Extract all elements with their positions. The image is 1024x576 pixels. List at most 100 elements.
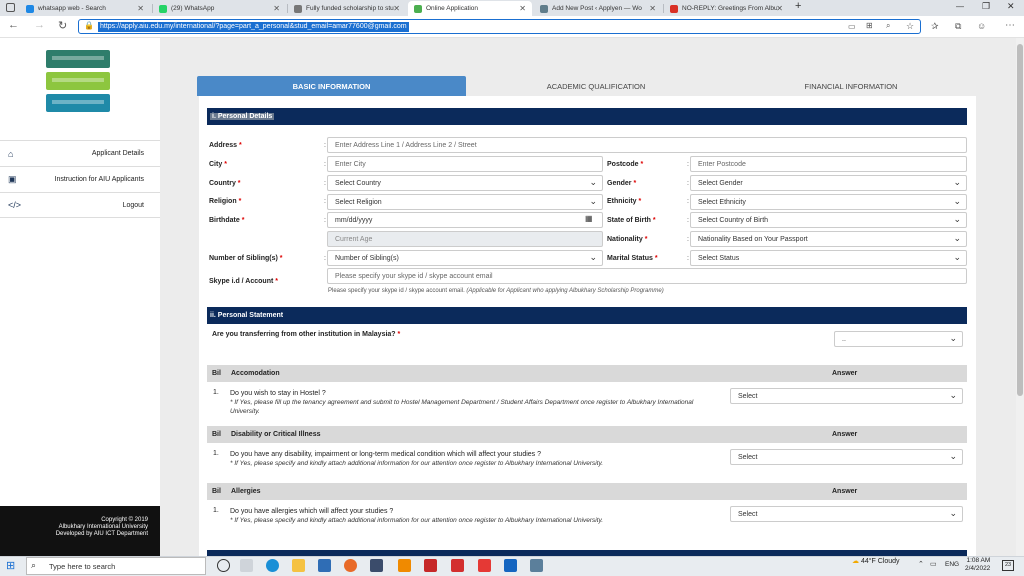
tray-chevron-icon[interactable]: ⌃ bbox=[918, 560, 924, 568]
group-title: Accomodation bbox=[231, 370, 280, 377]
favorites-bar-icon[interactable]: ✰ bbox=[931, 21, 939, 32]
birthdate-input[interactable]: mm/dd/yyyy bbox=[327, 212, 603, 228]
close-icon[interactable]: ✕ bbox=[649, 4, 656, 13]
forward-icon[interactable]: → bbox=[34, 19, 45, 31]
search-icon: ⌕ bbox=[31, 560, 37, 570]
browser-tab[interactable]: Add New Post ‹ Applyen — Wo ✕ bbox=[534, 1, 662, 16]
media-icon[interactable] bbox=[504, 559, 517, 572]
close-icon[interactable]: ✕ bbox=[776, 4, 783, 13]
sidebar-item-instructions[interactable]: ▣ Instruction for AIU Applicants bbox=[0, 166, 160, 192]
group-title: Disability or Critical Illness bbox=[231, 431, 321, 438]
table-header-accomodation: Bil Accomodation Answer bbox=[207, 365, 967, 382]
city-label: City * bbox=[209, 161, 227, 168]
tab-actions-icon[interactable] bbox=[6, 3, 15, 12]
row-number: 1. bbox=[213, 450, 219, 457]
reader-icon[interactable]: ▭ bbox=[848, 22, 856, 31]
siblings-select[interactable]: Number of Sibling(s) bbox=[327, 250, 603, 266]
window-close-icon[interactable]: ✕ bbox=[1007, 1, 1015, 12]
section-personal-statement: ii. Personal Statement bbox=[207, 307, 967, 324]
language-indicator[interactable]: ENG bbox=[945, 561, 959, 568]
marital-status-select[interactable]: Select Status bbox=[690, 250, 967, 266]
footer-copyright: Copyright © 2019 bbox=[101, 517, 148, 523]
ethnicity-select[interactable]: Select Ethnicity bbox=[690, 194, 967, 210]
pdf-icon[interactable] bbox=[424, 559, 437, 572]
aiu-logo bbox=[46, 50, 110, 112]
cortana-icon[interactable] bbox=[217, 559, 230, 572]
back-icon[interactable]: ← bbox=[8, 19, 19, 31]
scrollbar-thumb[interactable] bbox=[1017, 44, 1023, 396]
taskbar-search[interactable]: Type here to search bbox=[26, 557, 206, 575]
browser-tab[interactable]: whatsapp web - Search ✕ bbox=[20, 1, 150, 16]
clock[interactable]: 1:08 AM 2/4/2022 bbox=[965, 557, 990, 573]
hostel-question: Do you wish to stay in Hostel ? * If Yes,… bbox=[230, 390, 694, 415]
minimize-icon[interactable]: — bbox=[956, 2, 964, 11]
close-icon[interactable]: ✕ bbox=[273, 4, 280, 13]
close-icon[interactable]: ✕ bbox=[393, 4, 400, 13]
skype-note: Please specify your skype id / skype acc… bbox=[328, 288, 664, 294]
tab-financial-information[interactable]: FINANCIAL INFORMATION bbox=[726, 76, 976, 96]
sidebar-item-applicant-details[interactable]: ⌂ Applicant Details bbox=[0, 140, 160, 166]
browser-tab[interactable]: (29) WhatsApp ✕ bbox=[153, 1, 286, 16]
refresh-icon[interactable]: ↻ bbox=[58, 19, 67, 32]
tab-label: Fully funded scholarship to stud bbox=[306, 5, 394, 12]
browser-tab-active[interactable]: Online Application ✕ bbox=[408, 1, 532, 16]
col-answer: Answer bbox=[832, 370, 858, 377]
browser-tab[interactable]: NO-REPLY: Greetings From Albu ✕ bbox=[664, 1, 789, 16]
tab-basic-information[interactable]: BASIC INFORMATION bbox=[197, 76, 466, 96]
gender-select[interactable]: Select Gender bbox=[690, 175, 967, 191]
tab-label: Add New Post ‹ Applyen — Wo bbox=[552, 5, 642, 12]
group-title: Allergies bbox=[231, 488, 261, 495]
file-explorer-icon[interactable] bbox=[292, 559, 305, 572]
disability-answer-select[interactable]: Select bbox=[730, 449, 963, 465]
firefox-icon[interactable] bbox=[344, 559, 357, 572]
grid-icon[interactable]: ⊞ bbox=[866, 21, 873, 30]
profile-icon[interactable]: ☺ bbox=[977, 21, 986, 31]
recorder-icon[interactable] bbox=[478, 559, 491, 572]
tab-favicon-icon bbox=[540, 4, 548, 13]
skype-input[interactable]: Please specify your skype id / skype acc… bbox=[327, 268, 967, 284]
tab-label: (29) WhatsApp bbox=[171, 5, 215, 12]
country-select[interactable]: Select Country bbox=[327, 175, 603, 191]
state-of-birth-select[interactable]: Select Country of Birth bbox=[690, 212, 967, 228]
transfer-select[interactable]: .. bbox=[834, 331, 963, 347]
store-icon[interactable] bbox=[318, 559, 331, 572]
windows-start-icon[interactable]: ⊞ bbox=[6, 559, 15, 572]
postcode-input[interactable]: Enter Postcode bbox=[690, 156, 967, 172]
task-view-icon[interactable] bbox=[240, 559, 253, 572]
footer-university: Albukhary International University bbox=[58, 524, 148, 530]
taskbar-search-text: Type here to search bbox=[49, 561, 116, 571]
app2-icon[interactable] bbox=[530, 559, 543, 572]
col-bil: Bil bbox=[212, 488, 221, 495]
code-icon: </> bbox=[8, 200, 22, 210]
browser-tab[interactable]: Fully funded scholarship to stud ✕ bbox=[288, 1, 406, 16]
calendar-icon[interactable]: ▦ bbox=[585, 214, 593, 223]
allergies-answer-select[interactable]: Select bbox=[730, 506, 963, 522]
collections-icon[interactable]: ⧉ bbox=[955, 21, 961, 32]
nationality-select[interactable]: Nationality Based on Your Passport bbox=[690, 231, 967, 247]
sidebar-item-logout[interactable]: </> Logout bbox=[0, 192, 160, 218]
table-header-allergies: Bil Allergies Answer bbox=[207, 483, 967, 500]
new-tab-button[interactable]: + bbox=[795, 0, 801, 12]
tools-icon[interactable]: ⌕ bbox=[886, 21, 890, 31]
address-input[interactable]: Enter Address Line 1 / Address Line 2 / … bbox=[327, 137, 967, 153]
maximize-icon[interactable]: ❐ bbox=[982, 1, 990, 12]
hostel-answer-select[interactable]: Select bbox=[730, 388, 963, 404]
more-icon[interactable]: ⋯ bbox=[1005, 20, 1015, 31]
vlc-icon[interactable] bbox=[398, 559, 411, 572]
religion-select[interactable]: Select Religion bbox=[327, 194, 603, 210]
network-icon[interactable]: ▭ bbox=[930, 560, 937, 568]
favorite-icon[interactable]: ☆ bbox=[906, 21, 914, 32]
weather-text: 44°F Cloudy bbox=[860, 558, 900, 565]
city-input[interactable]: Enter City bbox=[327, 156, 603, 172]
tab-academic-qualification[interactable]: ACADEMIC QUALIFICATION bbox=[466, 76, 726, 96]
lock-icon[interactable]: 🔒 bbox=[84, 21, 94, 30]
notification-icon[interactable]: 23 bbox=[1002, 560, 1014, 571]
close-icon[interactable]: ✕ bbox=[519, 4, 526, 13]
home-icon: ⌂ bbox=[8, 148, 14, 159]
app-icon[interactable] bbox=[370, 559, 383, 572]
sidebar-item-label: Applicant Details bbox=[91, 150, 144, 157]
close-icon[interactable]: ✕ bbox=[137, 4, 144, 13]
acrobat-icon[interactable] bbox=[451, 559, 464, 572]
edge-icon[interactable] bbox=[266, 559, 279, 572]
weather-widget[interactable]: ☁ 44°F Cloudy bbox=[852, 557, 900, 565]
